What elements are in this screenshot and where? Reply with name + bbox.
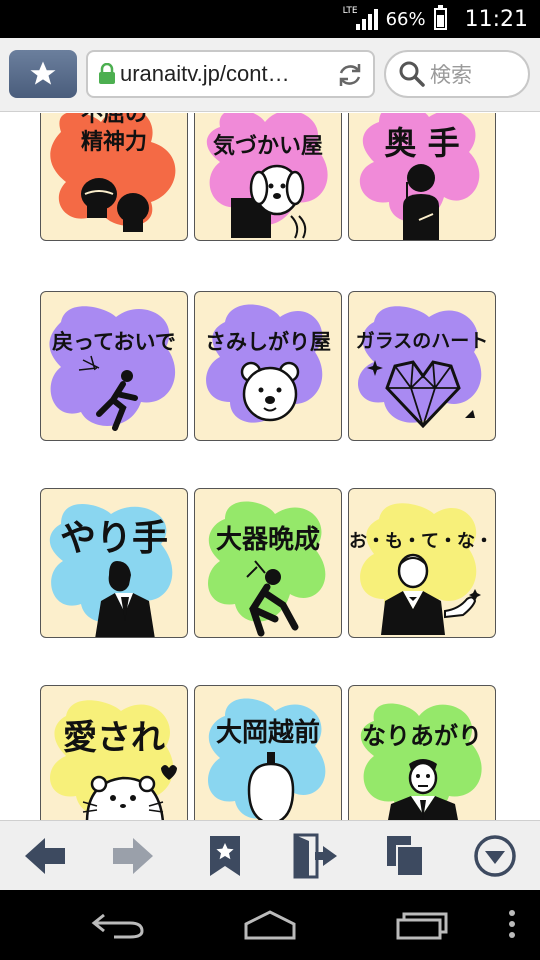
tile-kizukai[interactable]: 気づかい屋 [194,113,342,241]
reload-icon[interactable] [335,60,365,94]
tile-samishigari[interactable]: さみしがり屋 [194,291,342,441]
forward-arrow-icon [113,838,153,874]
system-home-button[interactable] [238,904,302,944]
status-bar: LTE 66% 11:21 [0,0,540,38]
samurai-icon [247,752,295,820]
system-back-button[interactable] [88,904,148,944]
dog-icon [231,164,307,239]
bookmark-star-icon [210,836,240,876]
shy-person-icon [403,164,439,240]
url-text: uranaitv.jp/cont… [120,61,290,86]
battery-icon [433,5,447,30]
browser-toolbar: uranaitv.jp/cont… 検索 [0,38,540,112]
tile-label: なりあがり [362,721,482,750]
back-button[interactable] [20,833,70,879]
search-input[interactable]: 検索 [384,50,530,98]
exit-button[interactable] [290,833,340,879]
tile-aisare[interactable]: 愛され [40,685,188,820]
tile-taiki-bansei[interactable]: 大器晩成 [194,488,342,638]
host-icon [381,553,481,635]
tile-ooka-echizen[interactable]: 大岡越前 [194,685,342,820]
search-icon [399,61,425,87]
bookmarks-button[interactable] [200,833,250,879]
tile-label: 不屈の 精神力 [80,113,147,155]
system-home-icon [244,910,296,940]
system-recents-icon [396,912,448,940]
signal-icon [355,8,378,30]
tile-label: 大器晩成 [215,525,320,555]
tile-label: 愛され [63,718,165,758]
forward-button[interactable] [108,833,158,879]
tile-label: 気づかい屋 [212,133,323,159]
tile-yarite[interactable]: やり手 [40,488,188,638]
crystal-heart-icon [367,360,475,428]
overflow-dots-icon [509,910,515,938]
clock: 11:21 [464,6,528,32]
hamster-icon [82,765,177,820]
tile-label: やり手 [59,517,168,559]
system-recents-button[interactable] [392,904,452,944]
address-bar[interactable]: uranaitv.jp/cont… [86,50,375,98]
tile-nariagari[interactable]: なりあがり [348,685,496,820]
lock-icon [94,63,120,85]
boxing-gloves-icon [81,178,149,232]
web-content: 不屈の 精神力 気づかい屋 奥 手 戻っておいで さみしがり屋 ガラスのハート [0,113,540,820]
tabs-icon [387,836,424,877]
tabs-button[interactable] [380,833,430,879]
bookmark-star-button[interactable] [9,50,77,98]
tile-modotte[interactable]: 戻っておいで [40,291,188,441]
bear-face-icon [240,361,300,422]
system-back-icon [91,913,144,939]
tile-fukutsu[interactable]: 不屈の 精神力 [40,113,188,241]
menu-button[interactable] [470,833,520,879]
browser-screen: LTE 66% 11:21 uranaitv.jp/cont… 検索 不屈の 精… [0,0,540,960]
back-arrow-icon [25,838,65,874]
tile-glass-heart[interactable]: ガラスのハート [348,291,496,441]
tile-label: お・も・て・な・し [349,531,496,552]
tile-label: 戻っておいで [52,329,176,354]
menu-down-icon [474,835,516,877]
tile-okute[interactable]: 奥 手 [348,113,496,241]
tile-omotenashi[interactable]: お・も・て・な・し [348,488,496,638]
exit-door-icon [293,833,337,879]
tile-label: 大岡越前 [215,718,320,748]
search-placeholder: 検索 [430,63,472,87]
browser-bottom-bar [0,820,540,890]
tile-label: ガラスのハート [355,330,489,352]
businessman-icon [95,561,155,637]
battery-percent: 66% [385,8,426,30]
tile-label: 奥 手 [384,124,460,162]
suit-man-icon [388,759,458,820]
climber-icon [246,560,299,637]
running-person-icon [78,355,138,431]
tile-label: さみしがり屋 [205,329,331,354]
system-menu-button[interactable] [500,904,524,944]
star-icon [30,61,56,85]
system-nav-bar [0,890,540,960]
